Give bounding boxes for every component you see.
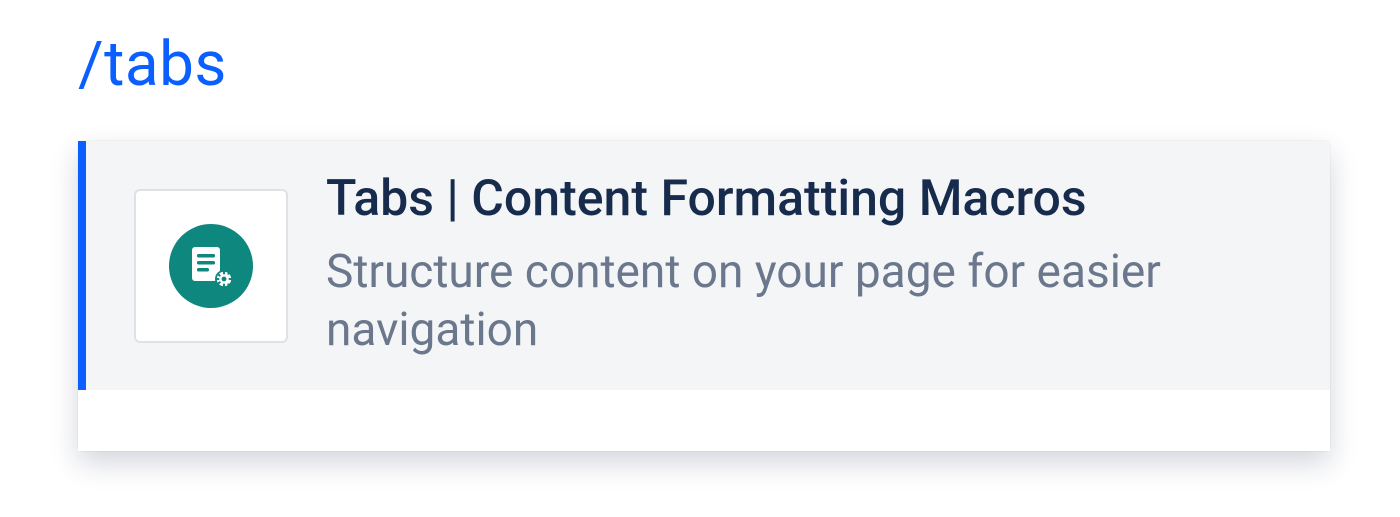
result-text: Tabs | Content Formatting Macros Structu… (326, 171, 1186, 360)
result-list[interactable]: Tabs | Content Formatting Macros Structu… (78, 141, 1330, 451)
result-description: Structure content on your page for easie… (326, 243, 1186, 361)
slash-command-input[interactable]: /tabs (78, 28, 1400, 101)
result-item-tabs[interactable]: Tabs | Content Formatting Macros Structu… (78, 141, 1330, 390)
macro-page-gear-icon (169, 224, 253, 308)
result-title: Tabs | Content Formatting Macros (326, 171, 1186, 229)
autocomplete-dropdown: Tabs | Content Formatting Macros Structu… (78, 141, 1330, 451)
result-icon-tile (134, 189, 288, 343)
result-list-remainder (78, 390, 1330, 451)
